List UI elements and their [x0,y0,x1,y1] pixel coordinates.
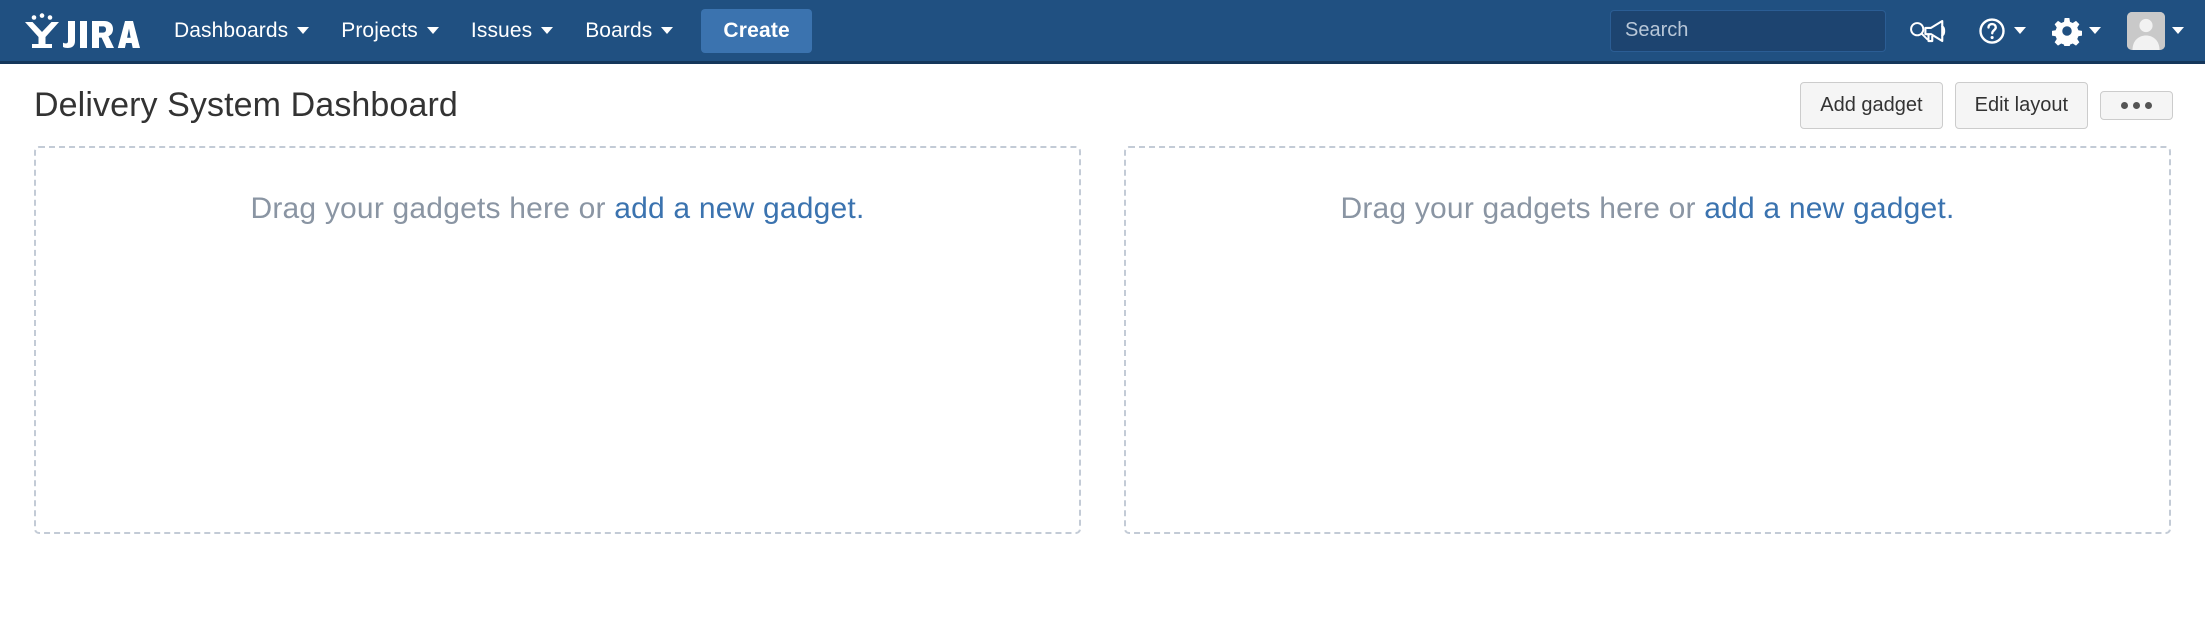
add-new-gadget-link-right[interactable]: add a new gadget. [1704,192,1954,225]
chevron-down-icon [297,27,310,34]
dropzone-right[interactable]: Drag your gadgets here or add a new gadg… [1124,146,2171,534]
chevron-down-icon [2172,27,2184,34]
dashboard-content: Drag your gadgets here or add a new gadg… [0,146,2205,534]
top-navigation-bar: Dashboards Projects Issues Boards Create [0,0,2205,64]
jira-logo[interactable] [0,0,158,61]
search-box[interactable] [1610,9,1929,52]
nav-item-projects[interactable]: Projects [325,0,455,61]
help-icon [1979,17,2005,44]
dropzone-right-prompt-text: Drag your gadgets here or [1340,192,1705,225]
chevron-down-icon [2014,27,2026,34]
more-actions-button[interactable] [2100,90,2173,120]
chevron-down-icon [2089,27,2101,34]
create-button[interactable]: Create [701,8,812,53]
search-icon[interactable] [1904,20,1943,41]
dropzone-right-prompt: Drag your gadgets here or add a new gadg… [1126,192,2169,226]
nav-left-group: Dashboards Projects Issues Boards Create [0,0,812,61]
help-button[interactable] [1966,0,2037,61]
settings-button[interactable] [2041,0,2112,61]
add-new-gadget-link-left[interactable]: add a new gadget. [614,192,864,225]
avatar [2127,11,2165,50]
user-silhouette-icon [2127,11,2165,50]
nav-item-boards-label: Boards [585,18,653,42]
nav-item-boards[interactable]: Boards [569,0,689,61]
ellipsis-icon [2121,101,2128,109]
jira-logo-mark [25,12,140,48]
edit-layout-button[interactable]: Edit layout [1954,81,2088,129]
nav-item-projects-label: Projects [341,18,418,42]
chevron-down-icon [661,27,674,34]
search-input[interactable] [1611,19,1904,42]
dropzone-left[interactable]: Drag your gadgets here or add a new gadg… [34,146,1081,534]
header-actions-group: Add gadget Edit layout [1800,81,2173,129]
page-title: Delivery System Dashboard [34,85,458,124]
ellipsis-icon [2133,101,2140,109]
ellipsis-icon [2145,101,2152,109]
dropzone-left-prompt-text: Drag your gadgets here or [250,192,615,225]
add-gadget-button[interactable]: Add gadget [1800,81,1943,129]
dropzone-left-prompt: Drag your gadgets here or add a new gadg… [36,192,1079,226]
page-header: Delivery System Dashboard Add gadget Edi… [0,64,2205,146]
chevron-down-icon [541,27,554,34]
nav-item-dashboards[interactable]: Dashboards [158,0,325,61]
nav-item-issues-label: Issues [470,18,533,42]
settings-gear-icon [2052,17,2082,46]
chevron-down-icon [426,27,439,34]
user-profile-button[interactable] [2116,0,2195,61]
nav-item-dashboards-label: Dashboards [174,18,289,42]
nav-right-group [1610,0,2195,61]
nav-item-issues[interactable]: Issues [455,0,569,61]
